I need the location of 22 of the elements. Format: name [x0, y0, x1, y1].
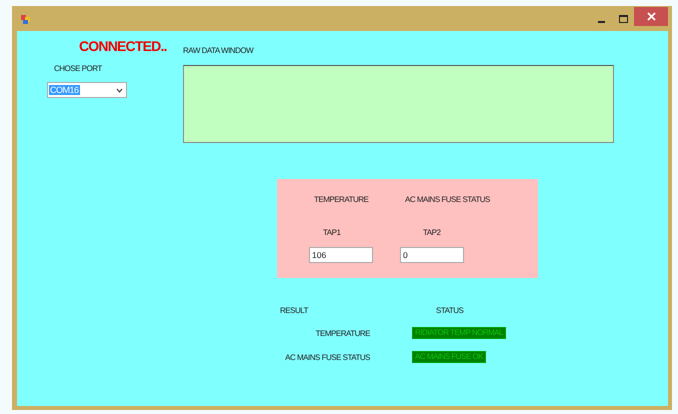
result-name: AC MAINS FUSE STATUS [285, 352, 370, 362]
status-heading: STATUS [436, 306, 464, 315]
app-icon [20, 12, 32, 24]
tap-label: TAP2 [423, 228, 442, 237]
port-label: CHOSE PORT [54, 64, 102, 73]
result-name: TEMPERATURE [316, 328, 370, 338]
tap-label: TAP1 [323, 228, 342, 237]
column-heading: AC MAINS FUSE STATUS [405, 195, 491, 204]
status-label: AC MAINS FUSE OK [412, 351, 486, 363]
connection-status: CONNECTED.. [79, 38, 167, 55]
tap-input[interactable]: 106 [309, 247, 373, 263]
result-heading: RESULT [280, 306, 308, 315]
chevron-down-icon [116, 88, 123, 92]
status-label: RIDIATOR TEMP NORMAL [412, 327, 506, 339]
column-heading: TEMPERATURE [314, 195, 370, 204]
raw-data-textbox[interactable] [183, 65, 614, 143]
tap-input[interactable]: 0 [400, 247, 464, 263]
maximize-icon [618, 14, 628, 22]
raw-data-label: RAW DATA WINDOW [183, 46, 254, 55]
minimize-icon [598, 20, 604, 22]
close-button[interactable] [634, 6, 668, 26]
close-icon [646, 12, 656, 20]
